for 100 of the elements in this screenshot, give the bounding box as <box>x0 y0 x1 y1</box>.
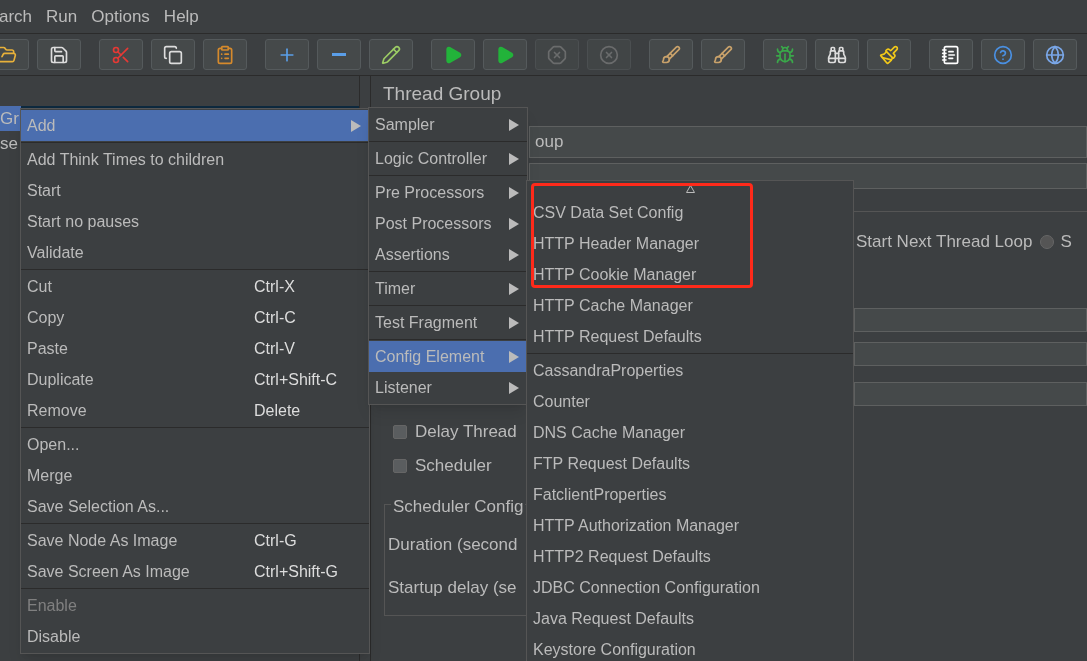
panel-title: Thread Group <box>383 82 502 106</box>
menu-item[interactable]: HTTP Authorization Manager <box>527 510 853 541</box>
menu-item[interactable]: Remove Delete <box>21 395 369 426</box>
submenu-arrow-icon <box>509 282 519 295</box>
brush-icon <box>713 44 733 65</box>
menu-item[interactable]: FatclientProperties <box>527 479 853 510</box>
toolbar-button[interactable] <box>815 39 859 70</box>
play-icon <box>495 44 515 65</box>
menu-item[interactable]: HTTP2 Request Defaults <box>527 541 853 572</box>
broom-icon <box>879 44 899 65</box>
input-field[interactable] <box>854 308 1087 332</box>
menu-item[interactable]: CSV Data Set Config <box>527 197 853 228</box>
menu-item[interactable]: Cut Ctrl-X <box>21 271 369 302</box>
menu-item[interactable]: CassandraProperties <box>527 355 853 386</box>
pencil-icon <box>381 44 401 65</box>
menu-item[interactable]: Copy Ctrl-C <box>21 302 369 333</box>
shortcut-label: Ctrl-V <box>254 338 295 359</box>
minus-icon <box>332 53 346 56</box>
save-icon <box>49 44 69 65</box>
scroll-up-icon[interactable] <box>685 185 695 193</box>
menu-item[interactable]: Java Request Defaults <box>527 603 853 634</box>
menu-item[interactable]: Save Selection As... <box>21 491 369 522</box>
menu-item[interactable]: Test Fragment <box>369 307 527 338</box>
clipboard-icon <box>215 44 235 65</box>
menu-item[interactable]: Timer <box>369 273 527 304</box>
binoculars-icon <box>827 44 847 65</box>
menu-bar-item[interactable]: Help <box>163 3 199 30</box>
menu-item[interactable]: HTTP Header Manager <box>527 228 853 259</box>
copy-icon <box>163 44 183 65</box>
menu-item[interactable]: Pre Processors <box>369 177 527 208</box>
notebook-icon <box>941 44 961 65</box>
menu-item[interactable]: Merge <box>21 460 369 491</box>
checkbox[interactable] <box>393 459 407 473</box>
menu-item[interactable]: Add Think Times to children <box>21 144 369 175</box>
menu-item[interactable]: Save Node As Image Ctrl-G <box>21 525 369 556</box>
toolbar-button[interactable] <box>701 39 745 70</box>
checkbox[interactable] <box>393 425 407 439</box>
shortcut-label: Delete <box>254 400 301 421</box>
menu-item[interactable]: Disable <box>21 621 369 652</box>
toolbar-button[interactable] <box>1033 39 1077 70</box>
menu-item[interactable]: Duplicate Ctrl+Shift-C <box>21 364 369 395</box>
submenu-arrow-icon <box>509 381 519 394</box>
menu-item[interactable]: Listener <box>369 372 527 403</box>
submenu-arrow-icon <box>509 316 519 329</box>
toolbar-button[interactable] <box>151 39 195 70</box>
submenu-arrow-icon <box>509 118 519 131</box>
radio-label[interactable]: S <box>1060 229 1072 255</box>
menu-item[interactable]: Open... <box>21 429 369 460</box>
folder-icon <box>0 44 17 65</box>
close-circle-icon <box>599 44 619 65</box>
bug-icon <box>775 44 795 65</box>
shortcut-label: Ctrl-G <box>254 530 297 551</box>
submenu-arrow-icon <box>351 119 361 132</box>
shortcut-label: Ctrl-X <box>254 276 295 297</box>
brush-icon <box>661 44 681 65</box>
menu-item[interactable]: Counter <box>527 386 853 417</box>
toolbar-button[interactable] <box>867 39 911 70</box>
checkbox-label[interactable]: Delay Thread <box>415 419 517 445</box>
shortcut-label: Ctrl+Shift-G <box>254 561 338 582</box>
menu-item[interactable]: FTP Request Defaults <box>527 448 853 479</box>
globe-icon <box>1045 44 1065 65</box>
checkbox-label[interactable]: Scheduler <box>415 453 492 479</box>
menu-bar-item[interactable]: Options <box>91 3 150 30</box>
submenu-arrow-icon <box>509 186 519 199</box>
submenu-arrow-icon <box>509 350 519 363</box>
scissors-icon <box>111 44 131 65</box>
submenu-arrow-icon <box>509 152 519 165</box>
shortcut-label: Ctrl-C <box>254 307 296 328</box>
menu-item[interactable]: HTTP Request Defaults <box>527 321 853 352</box>
menu-item[interactable]: Post Processors <box>369 208 527 239</box>
submenu-arrow-icon <box>509 217 519 230</box>
menu-bar-item[interactable]: Run <box>46 3 78 30</box>
play-icon <box>443 44 463 65</box>
menu-item[interactable]: Validate <box>21 237 369 268</box>
menu-item[interactable]: HTTP Cookie Manager <box>527 259 853 290</box>
shortcut-label: Ctrl+Shift-C <box>254 369 338 390</box>
menu-item[interactable]: JDBC Connection Configuration <box>527 572 853 603</box>
radio-label[interactable]: Start Next Thread Loop <box>856 229 1033 255</box>
radio-button[interactable] <box>1040 235 1055 249</box>
toolbar-button[interactable] <box>649 39 693 70</box>
menu-item[interactable]: HTTP Cache Manager <box>527 290 853 321</box>
menu-item[interactable]: Assertions <box>369 239 527 270</box>
menu-item[interactable]: Sampler <box>369 109 527 140</box>
menu-bar-item[interactable]: arch <box>0 3 33 30</box>
input-field[interactable] <box>854 342 1087 366</box>
menu-item[interactable]: Logic Controller <box>369 143 527 174</box>
stop-icon <box>547 44 567 65</box>
menu-item[interactable]: Paste Ctrl-V <box>21 333 369 364</box>
input-field[interactable] <box>854 382 1087 406</box>
menu-item[interactable]: Start <box>21 175 369 206</box>
menu-item[interactable]: Save Screen As Image Ctrl+Shift-G <box>21 556 369 587</box>
menu-item[interactable]: Keystore Configuration <box>527 634 853 661</box>
toolbar-button[interactable] <box>929 39 973 70</box>
menu-item[interactable]: DNS Cache Manager <box>527 417 853 448</box>
toolbar-button[interactable] <box>37 39 81 70</box>
input-field[interactable]: oup <box>529 126 1087 158</box>
submenu-arrow-icon <box>509 248 519 261</box>
toolbar-button[interactable] <box>369 39 413 70</box>
help-icon <box>993 44 1013 65</box>
menu-item[interactable]: Start no pauses <box>21 206 369 237</box>
